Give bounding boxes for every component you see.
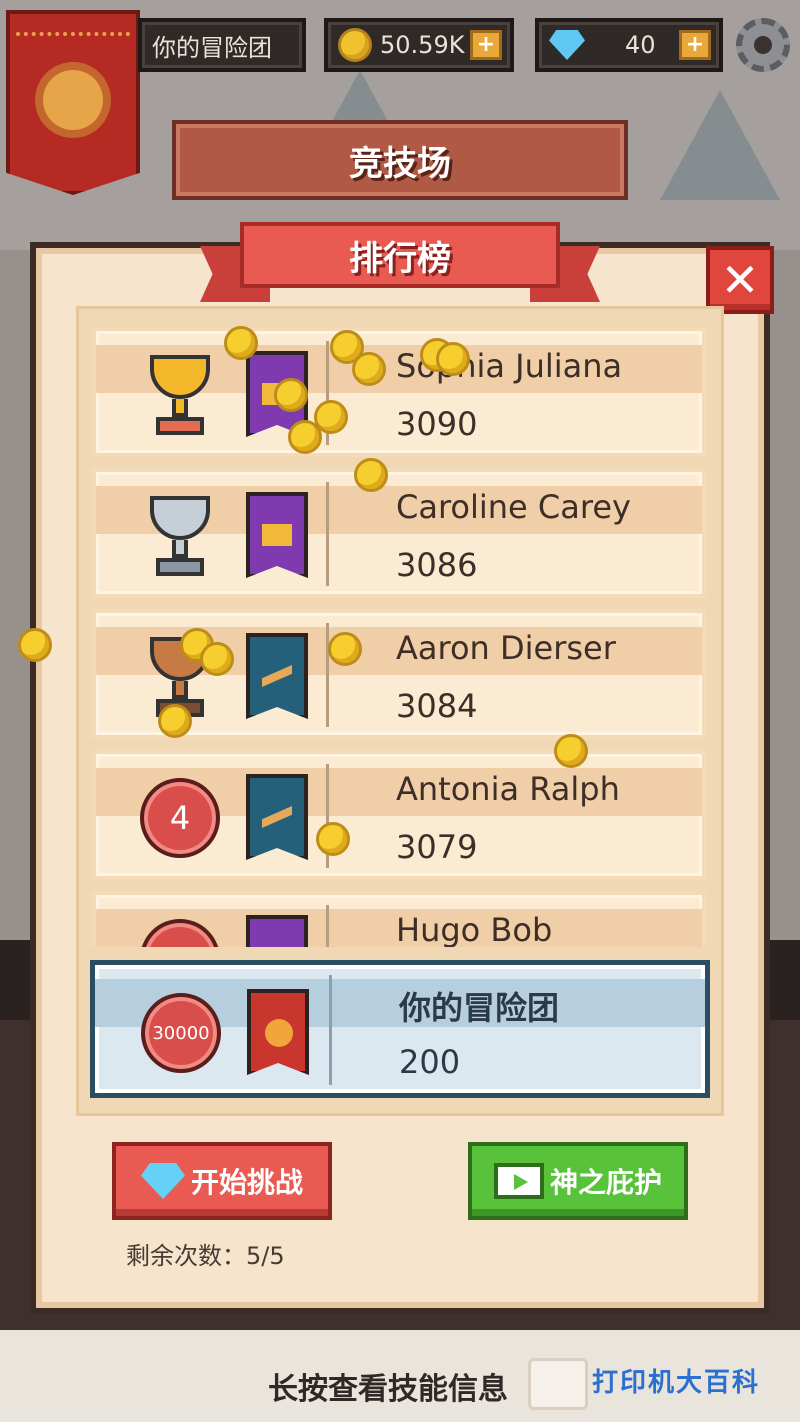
floating-coin-icon: [288, 420, 322, 454]
ribbon-body: 排行榜: [240, 222, 560, 288]
leaderboard-ribbon: 排行榜: [200, 222, 600, 302]
divine-protection-button[interactable]: 神之庇护: [468, 1142, 688, 1220]
player-score: 3086: [396, 546, 478, 584]
gem-counter: 40 +: [535, 18, 723, 72]
player-name: Hugo Bob: [396, 911, 553, 947]
floating-coin-icon: [328, 632, 362, 666]
arena-title-plate: 竞技场: [172, 120, 628, 200]
my-rank-row[interactable]: 30000 你的冒险团 200: [90, 960, 710, 1098]
player-name: Caroline Carey: [396, 488, 631, 526]
sun-emblem-icon: [43, 70, 103, 130]
row-divider: [326, 623, 329, 727]
gold-counter: 50.59K +: [324, 18, 514, 72]
add-gems-button[interactable]: +: [679, 30, 711, 60]
floating-coin-icon: [274, 378, 308, 412]
leaderboard-row[interactable]: Sophia Juliana 3090: [92, 327, 706, 457]
floating-coin-icon: [316, 822, 350, 856]
start-challenge-label: 开始挑战: [190, 1166, 303, 1199]
video-ad-icon: [493, 1163, 544, 1199]
player-score: 3090: [396, 405, 478, 443]
rank-badge: 4: [140, 778, 220, 858]
my-name: 你的冒险团: [399, 989, 560, 1027]
settings-gear-icon[interactable]: [736, 18, 790, 72]
player-score: 3079: [396, 828, 478, 866]
player-name: Antonia Ralph: [396, 770, 620, 808]
start-challenge-button[interactable]: 开始挑战: [112, 1142, 332, 1220]
player-name: Aaron Dierser: [396, 629, 616, 667]
site-watermark: 打印机大百科: [592, 1368, 761, 1398]
leaderboard-row[interactable]: 4 Antonia Ralph 3079: [92, 750, 706, 880]
floating-coin-icon: [436, 342, 470, 376]
diamond-icon: [140, 1163, 185, 1199]
floating-coin-icon: [200, 642, 234, 676]
purple-crown-flag-icon: [246, 492, 308, 578]
floating-coin-icon: [352, 352, 386, 386]
row-divider: [326, 482, 329, 586]
floating-coin-icon: [18, 628, 52, 662]
purple-crown-flag-icon: [246, 915, 308, 947]
diamond-icon: [549, 30, 585, 60]
gold-trophy-icon: [142, 351, 218, 441]
my-score: 200: [399, 1043, 461, 1081]
leaderboard-title: 排行榜: [349, 238, 451, 279]
silver-trophy-icon: [142, 492, 218, 582]
row-divider: [329, 975, 332, 1085]
arena-title: 竞技场: [349, 143, 451, 184]
guild-name-label: 你的冒险团: [152, 33, 272, 62]
floating-coin-icon: [224, 326, 258, 360]
floating-coin-icon: [158, 704, 192, 738]
close-button[interactable]: ✕: [706, 246, 774, 314]
remaining-attempts: 剩余次数：5/5: [126, 1242, 285, 1270]
banner-stripe: [16, 20, 130, 36]
floating-coin-icon: [354, 458, 388, 492]
gold-amount: 50.59K: [380, 31, 465, 59]
my-rank-badge: 30000: [141, 993, 221, 1073]
guild-name-chip: 你的冒险团: [138, 18, 306, 72]
divine-protection-label: 神之庇护: [549, 1166, 662, 1199]
gem-amount: 40: [625, 31, 656, 59]
floating-coin-icon: [554, 734, 588, 768]
leaderboard-row[interactable]: Caroline Carey 3086: [92, 468, 706, 598]
gold-coin-icon: [338, 28, 372, 62]
teal-wing-flag-icon: [246, 774, 308, 860]
red-sun-flag-icon: [247, 989, 309, 1075]
skill-hint-text: 长按查看技能信息: [268, 1372, 508, 1407]
add-gold-button[interactable]: +: [470, 30, 502, 60]
player-score: 3084: [396, 687, 478, 725]
leaderboard-row[interactable]: Hugo Bob: [92, 891, 706, 947]
guild-banner-icon[interactable]: [6, 10, 140, 195]
teal-wing-flag-icon: [246, 633, 308, 719]
row-divider: [326, 905, 329, 947]
printer-logo-icon: [528, 1358, 588, 1410]
